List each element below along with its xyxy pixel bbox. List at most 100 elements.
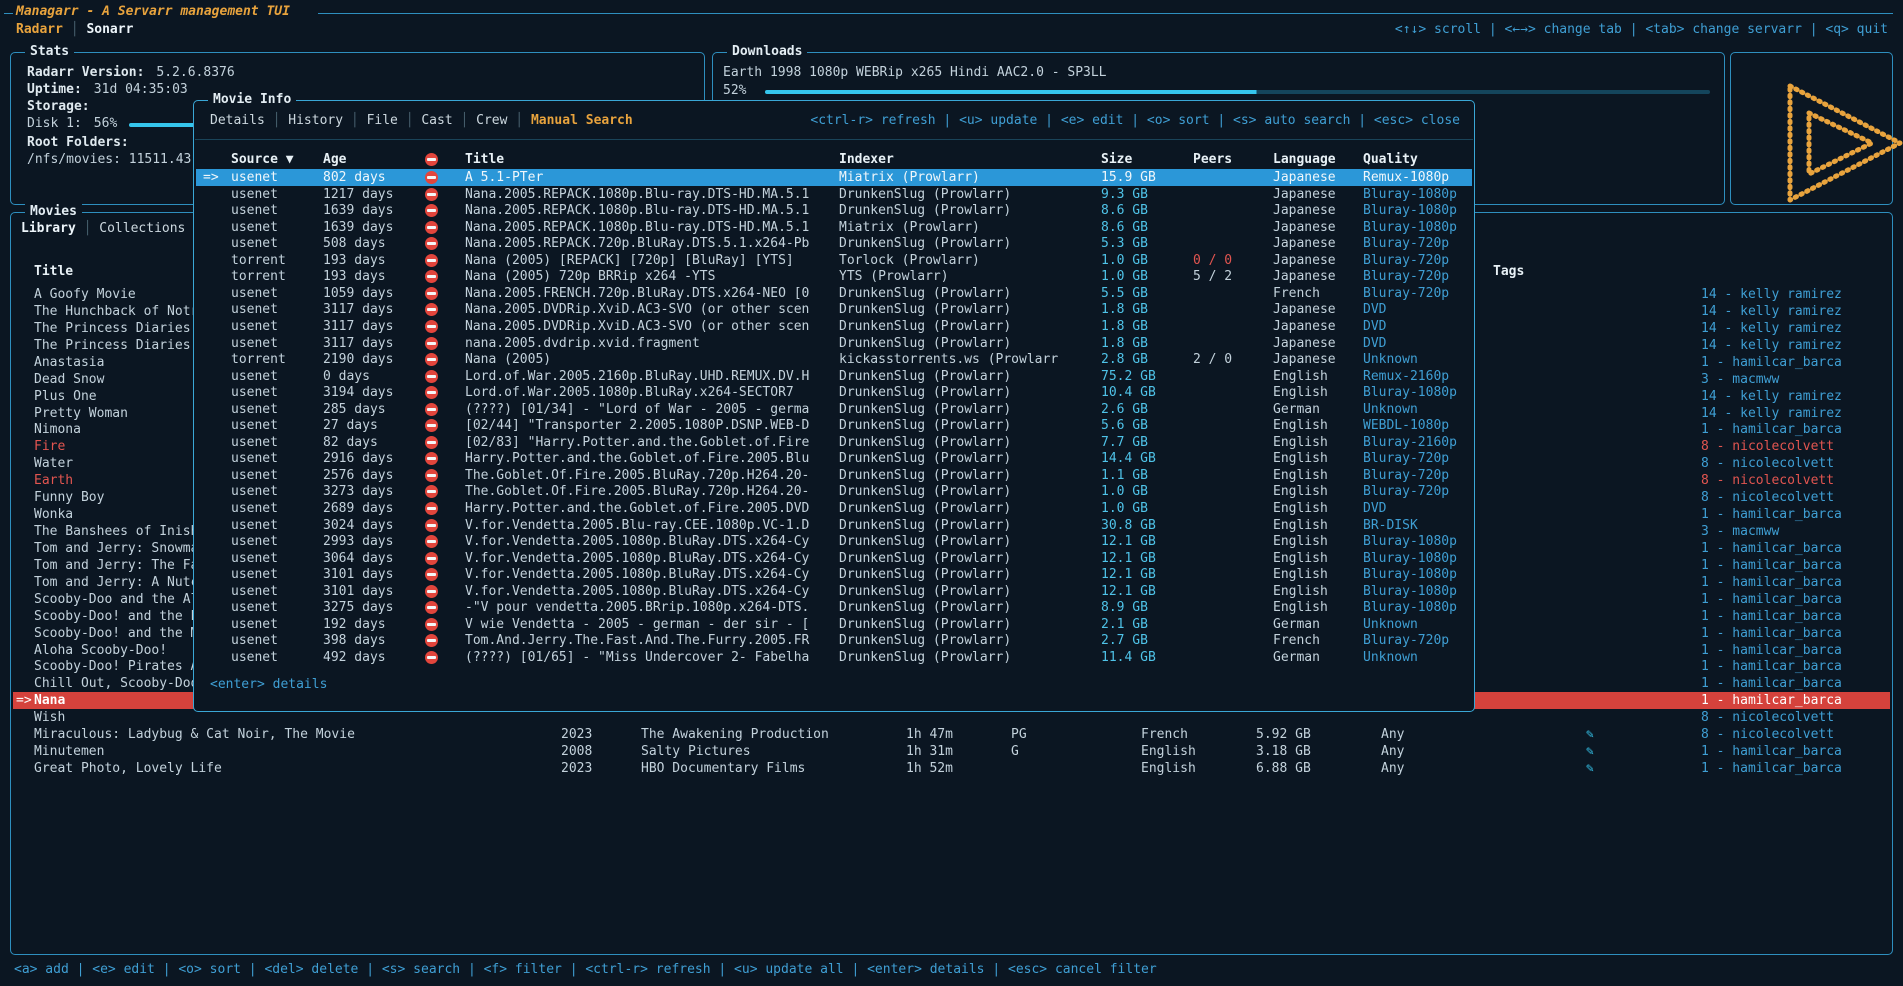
release-row[interactable]: usenet 3117 days nana.2005.dvdrip.xvid.f… (196, 335, 1472, 352)
movie-info-tab[interactable]: Manual Search (507, 113, 632, 128)
movie-row[interactable]: Miraculous: Ladybug & Cat Noir, The Movi… (13, 726, 1890, 743)
managarr-screen: Managarr - A Servarr management TUI Rada… (0, 0, 1903, 986)
movie-tag-cell: 3 - macmww (1701, 523, 1779, 540)
release-indexer-cell: DrunkenSlug (Prowlarr) (839, 384, 1011, 401)
movie-info-tab[interactable]: Crew (453, 113, 508, 128)
movie-title-cell: Chill Out, Scooby-Doo (34, 675, 198, 692)
release-indexer-cell: DrunkenSlug (Prowlarr) (839, 285, 1011, 302)
release-source-cell: usenet (231, 235, 278, 252)
movie-tag-cell: 14 - kelly ramirez (1701, 388, 1842, 405)
movie-info-tab[interactable]: Details (210, 113, 265, 128)
title-rule (318, 13, 1893, 14)
movie-info-tab[interactable]: History (265, 113, 343, 128)
release-row[interactable]: usenet 492 days (????) [01/65] - "Miss U… (196, 649, 1472, 666)
release-row[interactable]: usenet 3117 days Nana.2005.DVDRip.XviD.A… (196, 318, 1472, 335)
release-row[interactable]: usenet 3101 days V.for.Vendetta.2005.108… (196, 566, 1472, 583)
root-folders-heading: Root Folders: (27, 135, 129, 150)
release-quality-cell: Remux-2160p (1363, 368, 1449, 385)
size-column-header[interactable]: Size (1101, 151, 1132, 168)
release-row[interactable]: usenet 27 days [02/44] "Transporter 2.20… (196, 417, 1472, 434)
release-source-cell: torrent (231, 351, 286, 368)
release-size-cell: 1.0 GB (1101, 268, 1148, 285)
release-indexer-cell: DrunkenSlug (Prowlarr) (839, 649, 1011, 666)
release-row[interactable]: usenet 3117 days Nana.2005.DVDRip.XviD.A… (196, 301, 1472, 318)
language-column-header[interactable]: Language (1273, 151, 1336, 168)
release-age-cell: 1217 days (323, 186, 393, 203)
movie-tag-cell: 1 - hamilcar_barca (1701, 574, 1842, 591)
release-language-cell: French (1273, 285, 1320, 302)
root-folders-label: Root Folders: (27, 135, 129, 150)
release-row[interactable]: usenet 3273 days The.Goblet.Of.Fire.2005… (196, 483, 1472, 500)
release-size-cell: 9.3 GB (1101, 186, 1148, 203)
release-row[interactable]: usenet 1639 days Nana.2005.REPACK.1080p.… (196, 219, 1472, 236)
release-title-cell: The.Goblet.Of.Fire.2005.BluRay.720p.H264… (465, 483, 809, 500)
release-row[interactable]: usenet 3024 days V.for.Vendetta.2005.Blu… (196, 517, 1472, 534)
release-row[interactable]: usenet 1639 days Nana.2005.REPACK.1080p.… (196, 202, 1472, 219)
movie-info-keybinds: <ctrl-r> refresh | <u> update | <e> edit… (810, 113, 1460, 128)
release-row[interactable]: usenet 1059 days Nana.2005.FRENCH.720p.B… (196, 285, 1472, 302)
release-title-cell: Harry.Potter.and.the.Goblet.of.Fire.2005… (465, 500, 809, 517)
release-size-cell: 8.6 GB (1101, 202, 1148, 219)
enter-details-hint: <enter> details (210, 677, 327, 692)
age-column-header[interactable]: Age (323, 151, 346, 168)
movie-row[interactable]: Great Photo, Lovely Life 2023 HBO Docume… (13, 760, 1890, 777)
release-language-cell: Japanese (1273, 318, 1336, 335)
release-row[interactable]: usenet 398 days Tom.And.Jerry.The.Fast.A… (196, 632, 1472, 649)
download-item-title: Earth 1998 1080p WEBRip x265 Hindi AAC2.… (723, 65, 1107, 80)
release-row[interactable]: usenet 3064 days V.for.Vendetta.2005.108… (196, 550, 1472, 567)
movie-info-tab-label: History (288, 113, 343, 128)
uptime-value: 31d 04:35:03 (82, 82, 188, 97)
release-row[interactable]: usenet 285 days (????) [01/34] - "Lord o… (196, 401, 1472, 418)
release-row[interactable]: => usenet 802 days A 5.1-PTer Miatrix (P… (196, 169, 1472, 186)
release-size-cell: 75.2 GB (1101, 368, 1156, 385)
release-row[interactable]: usenet 2993 days V.for.Vendetta.2005.108… (196, 533, 1472, 550)
release-row[interactable]: usenet 2916 days Harry.Potter.and.the.Go… (196, 450, 1472, 467)
disk-percent: 56% (82, 116, 117, 131)
release-source-cell: usenet (231, 566, 278, 583)
movie-size-cell: 3.18 GB (1256, 743, 1311, 760)
release-indexer-cell: Torlock (Prowlarr) (839, 252, 980, 269)
movie-tag-cell: 8 - nicolecolvett (1701, 455, 1834, 472)
movies-tab[interactable]: Library (21, 221, 76, 236)
release-row[interactable]: usenet 1217 days Nana.2005.REPACK.1080p.… (196, 186, 1472, 203)
monitored-icon: ✎ (1586, 726, 1594, 743)
release-title-cell: V wie Vendetta - 2005 - german - der sir… (465, 616, 809, 633)
movie-info-tab[interactable]: File (343, 113, 398, 128)
release-row[interactable]: usenet 2689 days Harry.Potter.and.the.Go… (196, 500, 1472, 517)
movie-info-tab[interactable]: Cast (398, 113, 453, 128)
release-row[interactable]: usenet 2576 days The.Goblet.Of.Fire.2005… (196, 467, 1472, 484)
servarr-tab-sonarr[interactable]: Sonarr (86, 22, 133, 37)
movie-row[interactable]: Minutemen 2008 Salty Pictures 1h 31m G E… (13, 743, 1890, 760)
release-row[interactable]: usenet 82 days [02/83] "Harry.Potter.and… (196, 434, 1472, 451)
release-row[interactable]: torrent 2190 days Nana (2005) kickasstor… (196, 351, 1472, 368)
quality-column-header[interactable]: Quality (1363, 151, 1418, 168)
release-row[interactable]: usenet 192 days V wie Vendetta - 2005 - … (196, 616, 1472, 633)
movies-tab[interactable]: Collections (76, 221, 186, 236)
indexer-column-header[interactable]: Indexer (839, 151, 894, 168)
rejected-icon (425, 436, 438, 449)
tabs-divider (195, 139, 1473, 140)
rejected-icon (425, 337, 438, 350)
release-row[interactable]: usenet 3194 days Lord.of.War.2005.1080p.… (196, 384, 1472, 401)
release-language-cell: Japanese (1273, 351, 1336, 368)
release-indexer-cell: DrunkenSlug (Prowlarr) (839, 401, 1011, 418)
source-column-header[interactable]: Source ▼ (231, 151, 294, 168)
release-age-cell: 3101 days (323, 566, 393, 583)
title-column-header[interactable]: Title (465, 151, 504, 168)
movie-tag-cell: 1 - hamilcar_barca (1701, 354, 1842, 371)
release-row[interactable]: torrent 193 days Nana (2005) [REPACK] [7… (196, 252, 1472, 269)
release-row[interactable]: usenet 508 days Nana.2005.REPACK.720p.Bl… (196, 235, 1472, 252)
monitored-icon: ✎ (1586, 760, 1594, 777)
release-row[interactable]: usenet 0 days Lord.of.War.2005.2160p.Blu… (196, 368, 1472, 385)
peers-column-header[interactable]: Peers (1193, 151, 1232, 168)
movie-tag-cell: 1 - hamilcar_barca (1701, 675, 1842, 692)
movie-year-cell: 2023 (561, 760, 592, 777)
release-language-cell: Japanese (1273, 219, 1336, 236)
release-row[interactable]: usenet 3275 days -"V pour vendetta.2005.… (196, 599, 1472, 616)
release-row[interactable]: torrent 193 days Nana (2005) 720p BRRip … (196, 268, 1472, 285)
release-title-cell: V.for.Vendetta.2005.1080p.BluRay.DTS.x26… (465, 533, 809, 550)
release-row[interactable]: usenet 3101 days V.for.Vendetta.2005.108… (196, 583, 1472, 600)
release-indexer-cell: DrunkenSlug (Prowlarr) (839, 500, 1011, 517)
release-quality-cell: Bluray-2160p (1363, 434, 1457, 451)
servarr-tab-radarr[interactable]: Radarr (16, 22, 63, 37)
